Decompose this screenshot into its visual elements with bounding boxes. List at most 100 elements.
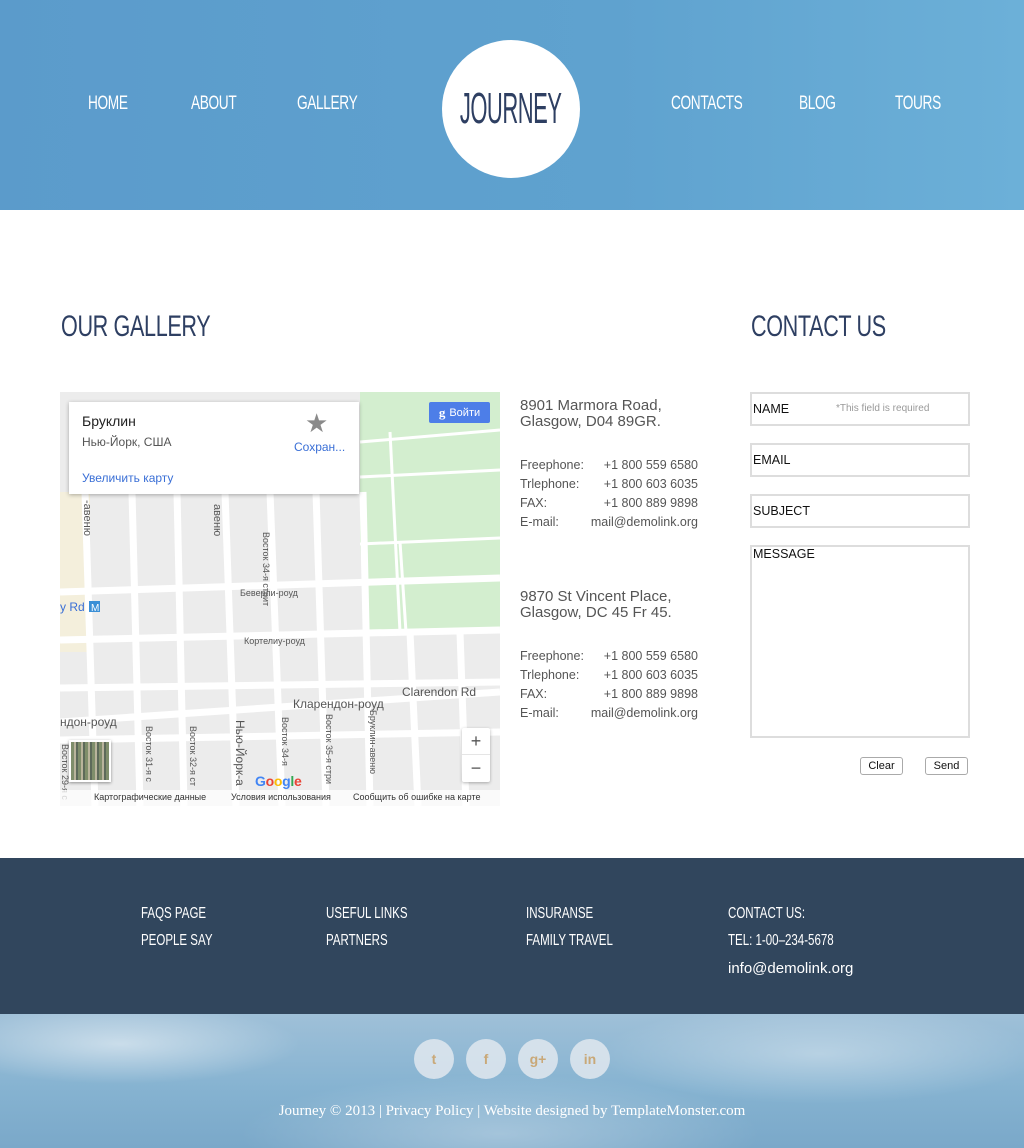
bottom-bar — [0, 1014, 1024, 1148]
star-icon[interactable]: ★ — [305, 408, 328, 439]
address-2-telephone: Trlephone: +1 800 603 6035 — [520, 668, 700, 684]
address-1-line1: 8901 Marmora Road, — [520, 397, 662, 414]
label: FAX: — [520, 496, 548, 510]
place-name: Бруклин — [82, 413, 136, 429]
street-clarendon-en: Clarendon Rd — [402, 685, 476, 699]
street-road-left: ндон-роуд — [60, 715, 117, 729]
value: +1 800 603 6035 — [603, 477, 698, 491]
google-map[interactable]: Беверли-роуд Кортелиу-роуд Кларендон-роу… — [60, 392, 500, 806]
gallery-title: OUR GALLERY — [61, 310, 211, 343]
email-link[interactable]: mail@demolink.org — [591, 706, 698, 720]
zoom-control: + − — [462, 728, 490, 782]
zoom-out-button[interactable]: − — [462, 755, 490, 782]
value: +1 800 559 6580 — [603, 458, 698, 472]
nav-blog[interactable]: BLOG — [799, 93, 836, 115]
name-placeholder: NAME — [753, 402, 790, 416]
street-ry-rd: y Rd — [60, 600, 85, 614]
street-newyork: Нью-Йорк-а — [233, 720, 248, 786]
nav-gallery[interactable]: GALLERY — [297, 93, 358, 115]
contact-title: CONTACT US — [751, 310, 886, 343]
nav-tours[interactable]: TOURS — [895, 93, 941, 115]
address-1-freephone: Freephone: +1 800 559 6580 — [520, 458, 700, 474]
label: Freephone: — [520, 458, 584, 472]
google-signin-button[interactable]: g Войти — [429, 402, 490, 423]
label: FAX: — [520, 687, 548, 701]
value: +1 800 603 6035 — [603, 668, 698, 682]
footer-link-faqs[interactable]: FAQS PAGE — [141, 905, 206, 923]
address-1-fax: FAX: +1 800 889 9898 — [520, 496, 700, 512]
email-link[interactable]: mail@demolink.org — [591, 515, 698, 529]
label: E-mail: — [520, 515, 559, 529]
send-button[interactable]: Send — [925, 757, 968, 775]
street-east31: Восток 31-я с — [144, 726, 154, 782]
footer-link-family-travel[interactable]: FAMILY TRAVEL — [526, 932, 613, 950]
value: +1 800 889 9898 — [603, 496, 698, 510]
address-2-fax: FAX: +1 800 889 9898 — [520, 687, 700, 703]
map-terms-link[interactable]: Условия использования — [231, 792, 331, 802]
footer-contact-heading: CONTACT US: — [728, 905, 806, 922]
google-g-icon: g — [438, 404, 446, 420]
address-1: 8901 Marmora Road, Glasgow, D04 89GR. — [520, 398, 662, 430]
subject-field[interactable]: SUBJECT — [750, 494, 970, 528]
email-field[interactable]: EMAIL — [750, 443, 970, 477]
label: Trlephone: — [520, 477, 580, 491]
required-note: *This field is required — [836, 403, 930, 414]
address-1-email: E-mail: mail@demolink.org — [520, 515, 700, 531]
footer-tel: TEL: 1-00–234-5678 — [728, 932, 834, 949]
signin-label: Войти — [449, 406, 481, 419]
footer-link-insurance[interactable]: INSURANSE — [526, 905, 593, 923]
message-placeholder: MESSAGE — [753, 547, 815, 561]
footer-link-partners[interactable]: PARTNERS — [326, 932, 388, 950]
clear-button[interactable]: Clear — [860, 757, 903, 775]
name-field[interactable]: NAME *This field is required — [750, 392, 970, 426]
label: Freephone: — [520, 649, 584, 663]
nav-about[interactable]: ABOUT — [191, 93, 237, 115]
site-logo[interactable]: JOURNEY — [442, 40, 580, 178]
street-east35: Восток 35-я стри — [324, 714, 334, 784]
google-plus-icon[interactable]: g+ — [518, 1039, 558, 1079]
map-data-label: Картографические данные — [94, 792, 207, 802]
street-clarendon-ru: Кларендон-роуд — [293, 697, 384, 711]
address-2-freephone: Freephone: +1 800 559 6580 — [520, 649, 700, 665]
value: +1 800 559 6580 — [603, 649, 698, 663]
linkedin-icon[interactable]: in — [570, 1039, 610, 1079]
address-2-line1: 9870 St Vincent Place, — [520, 588, 672, 605]
address-1-telephone: Trlephone: +1 800 603 6035 — [520, 477, 700, 493]
enlarge-map-link[interactable]: Увеличить карту — [82, 471, 173, 485]
map-report-link[interactable]: Сообщить об ошибке на карте — [353, 792, 480, 802]
street-east32: Восток 32-я ст — [188, 726, 198, 786]
label: E-mail: — [520, 706, 559, 720]
address-2-line2: Glasgow, DC 45 Fr 45. — [520, 604, 672, 621]
zoom-in-button[interactable]: + — [462, 728, 490, 755]
place-subtitle: Нью-Йорк, США — [82, 435, 172, 449]
nav-contacts[interactable]: CONTACTS — [671, 93, 743, 115]
street-east34b: Восток 34-я — [280, 717, 290, 766]
subject-placeholder: SUBJECT — [753, 504, 810, 518]
label: Trlephone: — [520, 668, 580, 682]
street-brooklyn: Бруклин-авеню — [368, 710, 378, 774]
address-2-email: E-mail: mail@demolink.org — [520, 706, 700, 722]
twitter-icon[interactable]: t — [414, 1039, 454, 1079]
nav-home[interactable]: HOME — [88, 93, 128, 115]
map-footer: Картографические данные Условия использо… — [60, 790, 500, 806]
message-field[interactable]: MESSAGE — [750, 545, 970, 738]
satellite-toggle[interactable] — [69, 740, 111, 782]
site-header: HOME ABOUT GALLERY JOURNEY CONTACTS BLOG… — [0, 0, 1024, 210]
logo-text: JOURNEY — [460, 84, 562, 133]
address-1-line2: Glasgow, D04 89GR. — [520, 413, 661, 430]
street-avenue2: -авеню — [81, 500, 93, 536]
email-placeholder: EMAIL — [753, 453, 791, 467]
footer-link-people-say[interactable]: PEOPLE SAY — [141, 932, 213, 950]
site-footer: FAQS PAGE PEOPLE SAY USEFUL LINKS PARTNE… — [0, 858, 1024, 1014]
google-logo: Google — [255, 773, 302, 789]
save-place-link[interactable]: Сохран... — [294, 440, 345, 454]
facebook-icon[interactable]: f — [466, 1039, 506, 1079]
street-east34: Восток 34-я стрит — [261, 532, 271, 606]
address-2: 9870 St Vincent Place, Glasgow, DC 45 Fr… — [520, 589, 672, 621]
value: +1 800 889 9898 — [603, 687, 698, 701]
street-cortelyou: Кортелиу-роуд — [244, 636, 306, 646]
footer-email-link[interactable]: info@demolink.org — [728, 960, 853, 977]
street-avenue1: авеню — [211, 504, 223, 536]
footer-link-useful-links[interactable]: USEFUL LINKS — [326, 905, 408, 923]
place-card: Бруклин Нью-Йорк, США Увеличить карту ★ … — [69, 402, 359, 494]
